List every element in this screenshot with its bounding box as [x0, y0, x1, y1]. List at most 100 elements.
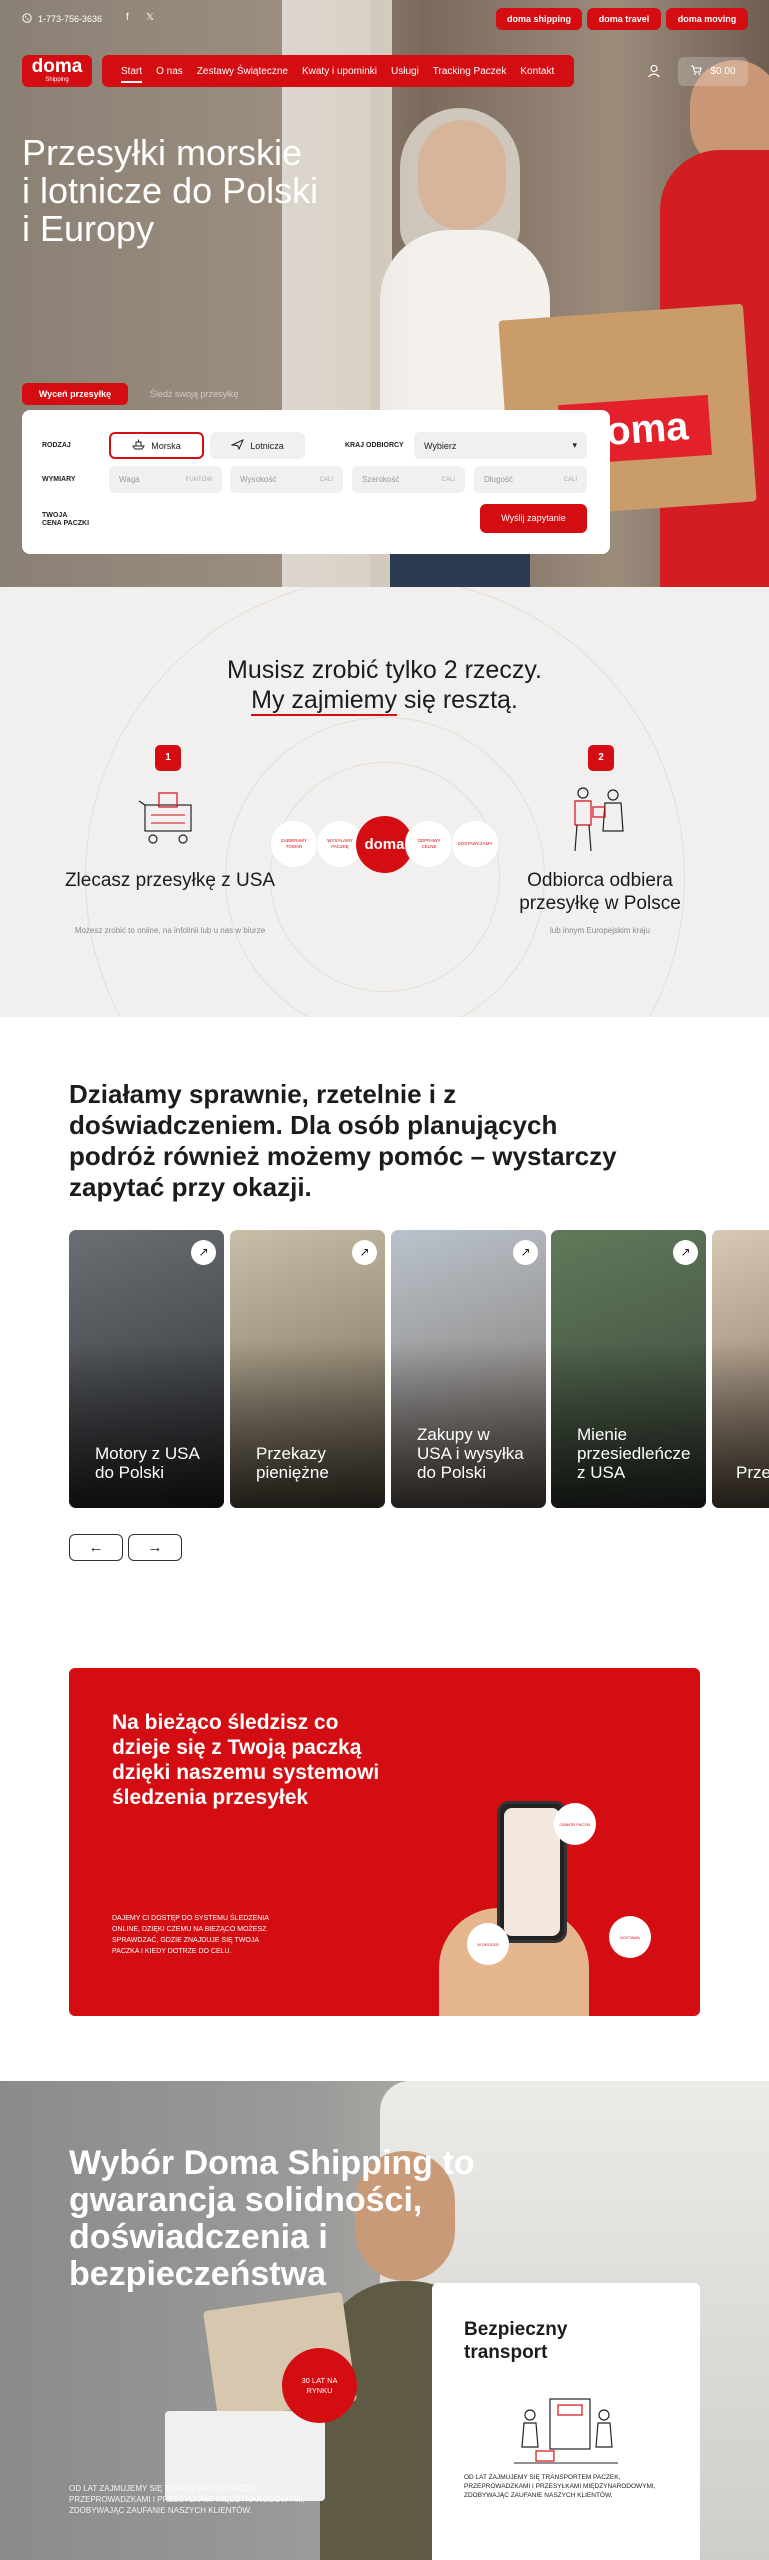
- years-on-market-badge: 30 LAT NA RYNKU: [282, 2348, 357, 2423]
- doma-shipping-button[interactable]: doma shipping: [496, 8, 582, 30]
- steps-section: Musisz zrobić tylko 2 rzeczy. My zajmiem…: [0, 587, 769, 1017]
- weight-placeholder: Waga: [119, 475, 140, 484]
- mode-air-button[interactable]: Lotnicza: [210, 432, 305, 459]
- width-unit: CALI: [441, 476, 455, 483]
- steps-title-rest: się resztą.: [396, 686, 518, 714]
- cart-total: $0.00: [710, 66, 736, 77]
- nav-item-kontakt[interactable]: Kontakt: [513, 66, 561, 77]
- carousel-prev-button[interactable]: ←: [69, 1534, 123, 1561]
- doma-logo[interactable]: doma Shipping: [22, 55, 92, 87]
- steps-title: Musisz zrobić tylko 2 rzeczy. My zajmiem…: [0, 655, 769, 716]
- process-step-circle: ZABIERAMY TOWAR: [270, 820, 318, 868]
- why-us-title: Wybór Doma Shipping to gwarancja solidno…: [69, 2144, 475, 2293]
- carousel-next-button[interactable]: →: [128, 1534, 182, 1561]
- people-handover-illustration-icon: [565, 785, 631, 860]
- user-account-icon[interactable]: [645, 62, 663, 80]
- step2-title: Odbiorca odbiera przesyłkę w Polsce: [519, 870, 681, 914]
- step-number-badge: 1: [155, 745, 181, 771]
- country-select-value: Wybierz: [424, 440, 457, 451]
- hero-title-line: i Europy: [22, 208, 155, 249]
- step-number-badge: 2: [588, 745, 614, 771]
- transport-illustration-icon: [514, 2393, 618, 2470]
- main-menu: Start O nas Zestawy Świąteczne Kwaty i u…: [102, 55, 574, 87]
- tracking-title: Na bieżąco śledzisz co dzieje się z Twoj…: [112, 1711, 380, 1809]
- length-unit: CALI: [563, 476, 577, 483]
- step2-subtitle: lub innym Europejskim kraju: [549, 926, 651, 935]
- tracking-bubble: ODBIÓR PACZKI: [554, 1803, 596, 1845]
- tab-quote[interactable]: Wyceń przesyłkę: [22, 383, 128, 405]
- service-card-label: Prze ki: [736, 1463, 769, 1482]
- country-select[interactable]: Wybierz ▾: [414, 432, 587, 459]
- service-card-money[interactable]: ↗ Przekazy pieniężne: [230, 1230, 385, 1508]
- height-placeholder: Wysokość: [240, 475, 277, 484]
- service-card-label: Przekazy pieniężne: [256, 1444, 329, 1482]
- hero-title-line: Przesyłki morskie: [22, 132, 303, 173]
- doma-moving-button[interactable]: doma moving: [666, 8, 748, 30]
- length-placeholder: Długość: [484, 475, 513, 484]
- logo-subtext: Shipping: [45, 77, 69, 83]
- cart-icon: [690, 64, 703, 79]
- step1-title: Zlecasz przesyłkę z USA: [64, 870, 276, 891]
- service-card-label: Zakupy w USA i wysyłka do Polski: [417, 1425, 524, 1482]
- feature-card-text: OD LAT ZAJMUJEMY SIĘ TRANSPORTEM PACZEK,…: [464, 2474, 656, 2499]
- tracking-text: DAJEMY CI DOSTĘP DO SYSTEMU ŚLEDZENIA ON…: [112, 1915, 269, 1955]
- ship-icon: [132, 439, 146, 452]
- tab-track[interactable]: Śledź swoją przesyłkę: [150, 383, 260, 405]
- phone-screen: [504, 1808, 560, 1936]
- service-card-motors[interactable]: ↗ Motory z USA do Polski: [69, 1230, 224, 1508]
- process-step-circle: ODPRAWY CELNE: [405, 820, 453, 868]
- feature-card-title: Bezpieczny transport: [464, 2319, 568, 2363]
- nav-item-tracking[interactable]: Tracking Paczek: [426, 66, 514, 77]
- steps-title-highlight: My zajmiemy: [251, 686, 397, 716]
- width-field[interactable]: Szerokość CALI: [352, 466, 465, 493]
- why-us-section: Wybór Doma Shipping to gwarancja solidno…: [0, 2081, 769, 2560]
- nav-item-zestawy[interactable]: Zestawy Świąteczne: [190, 66, 295, 77]
- length-field[interactable]: Długość CALI: [474, 466, 587, 493]
- service-card-partial[interactable]: Prze ki: [712, 1230, 769, 1508]
- phone-link[interactable]: 1-773-756-3636: [22, 13, 102, 25]
- nav-item-start[interactable]: Start: [114, 66, 149, 83]
- nav-item-uslugi[interactable]: Usługi: [384, 66, 426, 77]
- nav-item-o-nas[interactable]: O nas: [149, 66, 190, 77]
- weight-unit: FUNTÓW: [185, 476, 212, 483]
- x-twitter-icon[interactable]: 𝕏: [146, 12, 154, 23]
- cart-button[interactable]: $0.00: [678, 57, 748, 86]
- mode-sea-button[interactable]: Morska: [109, 432, 204, 459]
- decor-circle: [270, 762, 500, 992]
- phone-icon: [22, 13, 32, 25]
- facebook-icon[interactable]: f: [126, 12, 129, 23]
- hero-title: Przesyłki morskie i lotnicze do Polski i…: [22, 134, 422, 248]
- chevron-down-icon: ▾: [572, 440, 577, 450]
- service-card-shopping[interactable]: ↗ Zakupy w USA i wysyłka do Polski: [391, 1230, 546, 1508]
- service-card-label: Mienie przesiedleńcze z USA: [577, 1425, 691, 1482]
- label-country: KRAJ ODBIORCY: [345, 442, 404, 449]
- mode-air-label: Lotnicza: [250, 440, 284, 451]
- tracking-bubble: DOSTAWA: [609, 1916, 651, 1958]
- tracking-bubble: W DRODZE: [467, 1923, 509, 1965]
- mode-sea-label: Morska: [151, 440, 181, 451]
- quote-form: RODZAJ Morska Lotnicza KRAJ ODBIORCY Wyb…: [22, 410, 610, 554]
- weight-field[interactable]: Waga FUNTÓW: [109, 466, 222, 493]
- top-bar: 1-773-756-3636 f 𝕏 doma shipping doma tr…: [0, 0, 769, 38]
- arrow-up-right-icon[interactable]: ↗: [513, 1240, 538, 1265]
- steps-title-line1: Musisz zrobić tylko 2 rzeczy.: [227, 656, 542, 684]
- send-inquiry-button[interactable]: Wyślij zapytanie: [480, 504, 587, 533]
- label-dims: WYMIARY: [42, 476, 76, 483]
- arrow-up-right-icon[interactable]: ↗: [673, 1240, 698, 1265]
- arrow-up-right-icon[interactable]: ↗: [352, 1240, 377, 1265]
- plane-icon: [230, 439, 245, 452]
- services-title: Działamy sprawnie, rzetelnie i z doświad…: [69, 1079, 617, 1202]
- service-card-relocation[interactable]: ↗ Mienie przesiedleńcze z USA: [551, 1230, 706, 1508]
- cart-delivery-illustration-icon: [137, 787, 201, 854]
- service-card-label: Motory z USA do Polski: [95, 1444, 199, 1482]
- hero-title-line: i lotnicze do Polski: [22, 170, 319, 211]
- width-placeholder: Szerokość: [362, 475, 400, 484]
- height-field[interactable]: Wysokość CALI: [230, 466, 343, 493]
- feature-card: Bezpieczny transport OD LAT ZAJMUJEMY SI…: [432, 2283, 700, 2560]
- label-price: TWOJA CENA PACZKI: [42, 512, 90, 527]
- label-type: RODZAJ: [42, 442, 71, 449]
- nav-item-kwiaty[interactable]: Kwaty i upominki: [295, 66, 384, 77]
- arrow-up-right-icon[interactable]: ↗: [191, 1240, 216, 1265]
- doma-travel-button[interactable]: doma travel: [587, 8, 661, 30]
- tracking-banner: Na bieżąco śledzisz co dzieje się z Twoj…: [69, 1668, 700, 2016]
